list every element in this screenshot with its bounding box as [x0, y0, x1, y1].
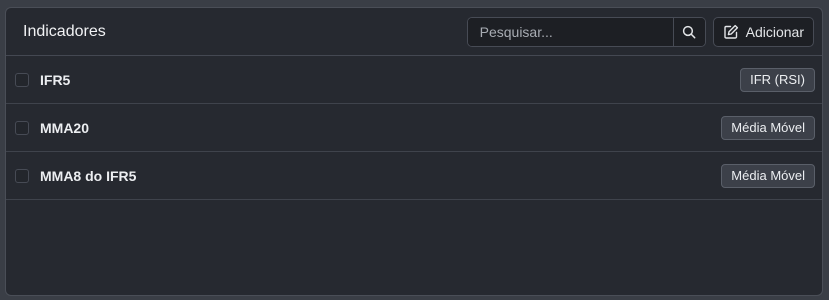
row-left: MMA8 do IFR5 — [15, 168, 136, 184]
indicator-row: IFR5 IFR (RSI) — [6, 56, 822, 104]
indicators-panel: Indicadores Pesquisar... Adicionar IFR5 … — [5, 7, 823, 296]
indicator-row: MMA20 Média Móvel — [6, 104, 822, 152]
indicator-name: MMA8 do IFR5 — [40, 167, 137, 184]
indicator-type-badge[interactable]: Média Móvel — [721, 163, 815, 188]
row-checkbox[interactable] — [15, 168, 29, 183]
search-input[interactable] — [467, 17, 673, 46]
row-left: IFR5 — [15, 72, 70, 88]
indicator-type-badge[interactable]: Média Móvel — [721, 115, 815, 140]
indicator-name: IFR5 — [40, 71, 71, 88]
panel-title: Indicadores — [23, 22, 106, 40]
indicator-name: MMA20 — [40, 119, 90, 136]
row-checkbox[interactable] — [15, 120, 29, 135]
add-button-label: Adicionar — [745, 23, 804, 40]
edit-icon — [723, 24, 739, 40]
panel-header: Indicadores Pesquisar... Adicionar — [6, 8, 822, 56]
row-left: MMA20 — [15, 120, 89, 136]
search-icon — [682, 25, 696, 39]
search-button[interactable] — [672, 17, 705, 46]
add-button[interactable]: Adicionar — [712, 16, 814, 47]
indicator-row: MMA8 do IFR5 Média Móvel — [6, 152, 822, 200]
search-group — [466, 16, 706, 47]
indicator-type-badge[interactable]: IFR (RSI) — [740, 67, 815, 92]
row-checkbox[interactable] — [15, 72, 29, 87]
header-actions: Adicionar — [466, 16, 814, 47]
